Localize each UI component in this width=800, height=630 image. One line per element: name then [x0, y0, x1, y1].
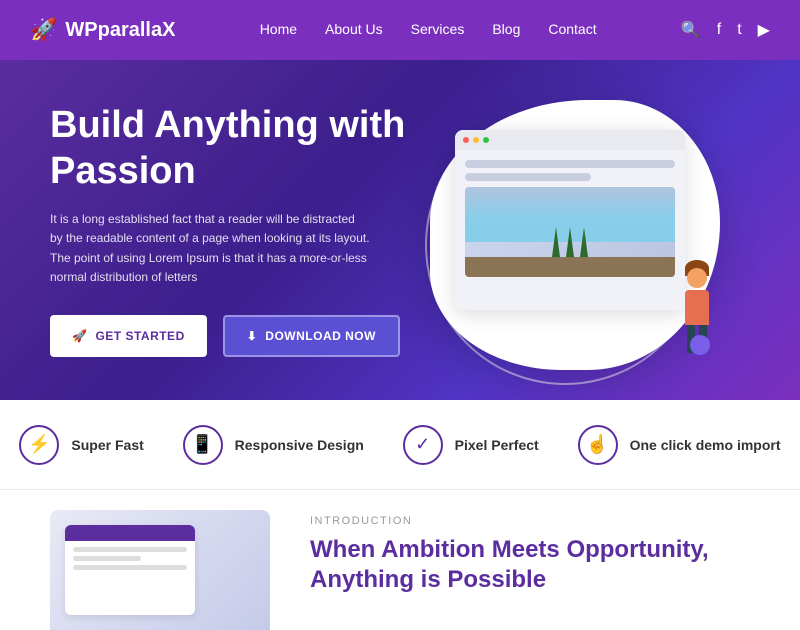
twitter-icon[interactable]: t [737, 21, 741, 39]
features-section: ⚡ Super Fast 📱 Responsive Design ✓ Pixel… [0, 400, 800, 490]
feature-one-click: ☝ One click demo import [578, 425, 781, 465]
hero-title: Build Anything with Passion [50, 103, 405, 194]
logo-icon: 🚀 [30, 17, 57, 43]
tree-1 [552, 227, 560, 257]
tree-2 [566, 227, 574, 257]
dot-green [483, 137, 489, 143]
ground-area [465, 257, 675, 277]
nav-item-about[interactable]: About Us [325, 21, 383, 39]
girl-head [687, 268, 707, 288]
download-button[interactable]: ⬇ DOWNLOAD NOW [223, 315, 400, 357]
feature-label-pixel-perfect: Pixel Perfect [455, 437, 539, 453]
intro-illustration [50, 510, 270, 630]
feature-super-fast: ⚡ Super Fast [19, 425, 143, 465]
facebook-icon[interactable]: f [717, 21, 721, 39]
intro-card-line-1 [73, 547, 187, 552]
nav-item-blog[interactable]: Blog [492, 21, 520, 39]
girl-body [685, 290, 709, 325]
speed-icon: ⚡ [19, 425, 59, 465]
nav-social-icons: 🔍 f t ▶ [681, 20, 770, 40]
browser-mockup [455, 130, 685, 310]
content-line-2 [465, 173, 591, 181]
feature-pixel-perfect: ✓ Pixel Perfect [403, 425, 539, 465]
navbar: 🚀 WPparallaX Home About Us Services Blog… [0, 0, 800, 60]
nav-item-contact[interactable]: Contact [548, 21, 596, 39]
feature-label-responsive: Responsive Design [235, 437, 364, 453]
nav-item-services[interactable]: Services [411, 21, 465, 39]
intro-title: When Ambition Meets Opportunity, Anythin… [310, 535, 750, 595]
intro-card-mockup [65, 525, 195, 615]
dot-red [463, 137, 469, 143]
intro-content: INTRODUCTION When Ambition Meets Opportu… [310, 510, 750, 595]
intro-card-body [65, 541, 195, 580]
youtube-icon[interactable]: ▶ [758, 20, 770, 40]
mobile-icon: 📱 [183, 425, 223, 465]
feature-responsive: 📱 Responsive Design [183, 425, 364, 465]
get-started-button[interactable]: 🚀 GET STARTED [50, 315, 207, 357]
browser-content [455, 150, 685, 285]
content-line-1 [465, 160, 675, 168]
content-image [465, 187, 675, 277]
intro-section: INTRODUCTION When Ambition Meets Opportu… [0, 490, 800, 600]
feature-label-one-click: One click demo import [630, 437, 781, 453]
nav-item-home[interactable]: Home [260, 21, 297, 39]
intro-card-header [65, 525, 195, 541]
hero-section: Build Anything with Passion It is a long… [0, 60, 800, 400]
intro-section-label: INTRODUCTION [310, 515, 750, 527]
browser-bar [455, 130, 685, 150]
intro-card-line-3 [73, 565, 187, 570]
checkmark-icon: ✓ [403, 425, 443, 465]
logo-text: WPparallaX [65, 19, 175, 42]
hero-description: It is a long established fact that a rea… [50, 210, 370, 287]
rocket-icon: 🚀 [72, 329, 87, 343]
download-icon: ⬇ [247, 329, 258, 343]
feature-label-super-fast: Super Fast [71, 437, 143, 453]
cursor-icon: ☝ [578, 425, 618, 465]
hero-buttons: 🚀 GET STARTED ⬇ DOWNLOAD NOW [50, 315, 405, 357]
intro-card-line-2 [73, 556, 141, 561]
dot-yellow [473, 137, 479, 143]
hero-illustration [420, 90, 740, 390]
trees-area [465, 227, 675, 257]
search-icon[interactable]: 🔍 [681, 20, 701, 40]
circle-decoration-2 [690, 335, 710, 355]
nav-links: Home About Us Services Blog Contact [260, 21, 597, 39]
logo[interactable]: 🚀 WPparallaX [30, 17, 175, 43]
hero-content: Build Anything with Passion It is a long… [50, 103, 405, 357]
tree-3 [580, 227, 588, 257]
